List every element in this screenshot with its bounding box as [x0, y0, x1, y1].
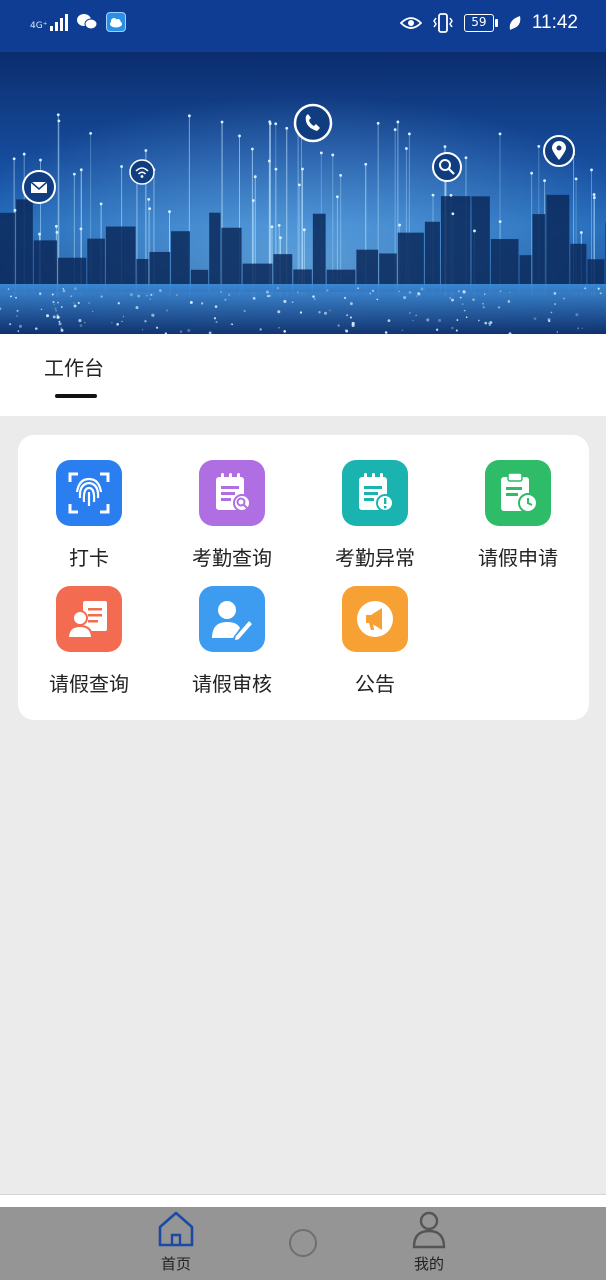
home-button-icon[interactable] [289, 1229, 317, 1257]
battery-level: 59 [463, 14, 494, 32]
fingerprint-icon [56, 460, 122, 526]
grid-item-label: 请假查询 [49, 672, 129, 696]
grid-item-label: 考勤异常 [335, 546, 415, 570]
weather-app-icon [106, 12, 127, 32]
grid-item-label: 公告 [355, 672, 395, 696]
home-icon [158, 1211, 194, 1247]
mail-icon [22, 170, 56, 204]
tab-active-indicator [55, 394, 97, 398]
grid-item-leave-apply[interactable]: 请假申请 [447, 460, 589, 570]
leaf-icon [509, 16, 521, 30]
city-network-illustration [0, 52, 606, 334]
grid-item-label: 打卡 [69, 546, 109, 570]
search-icon [432, 152, 462, 182]
grid-item-leave-review[interactable]: 请假审核 [161, 586, 303, 696]
grid-item-label: 考勤查询 [192, 546, 272, 570]
nav-item-home[interactable]: 首页 [131, 1207, 221, 1280]
nav-label-home: 首页 [160, 1255, 191, 1273]
battery-icon: 59 [463, 14, 498, 32]
location-pin-icon [543, 135, 575, 167]
announcement-icon [342, 586, 408, 652]
grid-item-announcement[interactable]: 公告 [304, 586, 446, 696]
status-left: 4G⁺ [30, 12, 127, 32]
leave-query-icon [56, 586, 122, 652]
attendance-search-icon [199, 460, 265, 526]
nav-item-mine[interactable]: 我的 [384, 1207, 474, 1280]
tab-bar: 工作台 [0, 334, 606, 416]
bottom-nav: 首页 我的 [0, 1207, 606, 1280]
function-grid-card: 打卡 考勤查询 考勤异常 请假申请 请假查询 请假审核 公告 [18, 435, 589, 720]
status-bar: 4G⁺ 59 11:42 [0, 0, 606, 52]
attendance-exception-icon [342, 460, 408, 526]
grid-item-label: 请假审核 [192, 672, 272, 696]
wifi-icon [129, 159, 155, 185]
vibrate-icon [432, 13, 453, 33]
wechat-icon [77, 14, 98, 30]
phone-icon [293, 103, 333, 143]
grid-item-attendance-search[interactable]: 考勤查询 [161, 460, 303, 570]
grid-item-leave-query[interactable]: 请假查询 [18, 586, 160, 696]
banner-image [0, 52, 606, 334]
leave-review-icon [199, 586, 265, 652]
leave-apply-icon [485, 460, 551, 526]
grid-item-clock-in[interactable]: 打卡 [18, 460, 160, 570]
network-type: 4G⁺ [30, 21, 48, 31]
eye-icon [399, 17, 422, 29]
clock: 11:42 [531, 12, 578, 33]
tab-workbench[interactable]: 工作台 [44, 352, 104, 381]
bottom-nav-divider [0, 1194, 606, 1207]
user-icon [412, 1211, 446, 1249]
signal-icon: 4G⁺ [30, 13, 69, 31]
nav-label-mine: 我的 [413, 1255, 444, 1273]
status-right: 59 11:42 [399, 12, 578, 34]
grid-item-label: 请假申请 [478, 546, 558, 570]
grid-item-attendance-exception[interactable]: 考勤异常 [304, 460, 446, 570]
